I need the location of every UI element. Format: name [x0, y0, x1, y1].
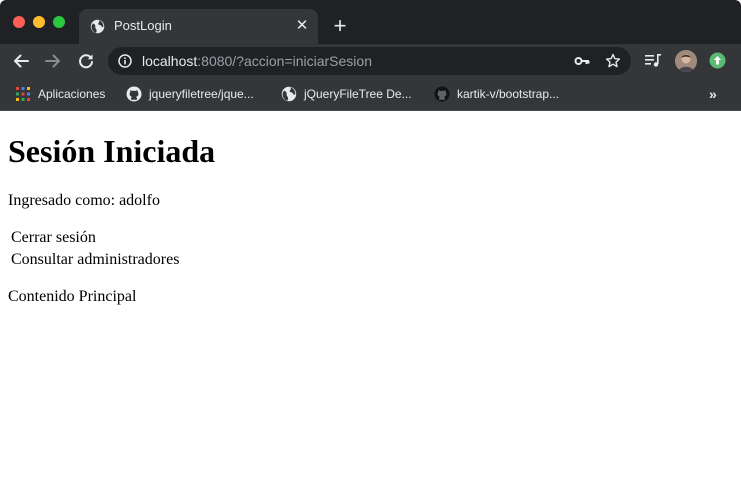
tab-title: PostLogin [114, 18, 172, 33]
globe-icon [281, 86, 297, 102]
window-close-button[interactable] [13, 16, 25, 28]
back-arrow-icon[interactable] [12, 52, 30, 70]
forward-arrow-icon[interactable] [44, 52, 62, 70]
star-icon[interactable] [605, 53, 621, 69]
globe-icon [90, 19, 105, 34]
avatar[interactable] [675, 50, 697, 72]
logged-in-user-text: Ingresado como: adolfo [8, 192, 160, 209]
browser-toolbar: localhost:8080/?accion=iniciarSesion [0, 44, 741, 78]
consult-admins-link[interactable]: Consultar administradores [11, 250, 179, 269]
info-icon[interactable] [118, 54, 132, 68]
bookmark-label: jqueryfiletree/jque... [149, 87, 254, 101]
main-content-text: Contenido Principal [8, 288, 137, 305]
close-icon[interactable]: ✕ [295, 18, 309, 33]
apps-grid-icon [15, 86, 31, 102]
more-bookmarks-chevron-icon[interactable]: » [709, 86, 717, 102]
bookmarks-bar: Aplicaciones jqueryfiletree/jque... jQue… [0, 78, 741, 111]
reload-icon[interactable] [77, 52, 95, 70]
tab-postlogin[interactable]: PostLogin ✕ [79, 9, 318, 44]
github-icon [126, 86, 142, 102]
new-tab-button[interactable]: + [331, 15, 349, 37]
github-icon [434, 86, 450, 102]
address-bar[interactable]: localhost:8080/?accion=iniciarSesion [108, 47, 631, 75]
tab-strip: PostLogin ✕ + [0, 0, 741, 44]
window-minimize-button[interactable] [33, 16, 45, 28]
window-maximize-button[interactable] [53, 16, 65, 28]
media-queue-icon[interactable] [645, 53, 662, 68]
page-content: Sesión Iniciada Ingresado como: adolfo C… [0, 111, 741, 487]
bookmark-label: kartik-v/bootstrap... [457, 87, 560, 101]
url-host: localhost [142, 53, 198, 69]
bookmark-label: Aplicaciones [38, 87, 106, 101]
page-title: Sesión Iniciada [8, 133, 216, 169]
bookmark-label: jQueryFileTree De... [304, 87, 412, 101]
browser-window: PostLogin ✕ + localhost:8080/?accion=ini… [0, 0, 741, 487]
logout-link[interactable]: Cerrar sesión [11, 228, 96, 247]
url-path: :8080/?accion=iniciarSesion [197, 53, 372, 69]
update-extension-icon[interactable] [709, 52, 726, 69]
url-text[interactable]: localhost:8080/?accion=iniciarSesion [142, 53, 372, 69]
key-icon[interactable] [574, 54, 590, 68]
